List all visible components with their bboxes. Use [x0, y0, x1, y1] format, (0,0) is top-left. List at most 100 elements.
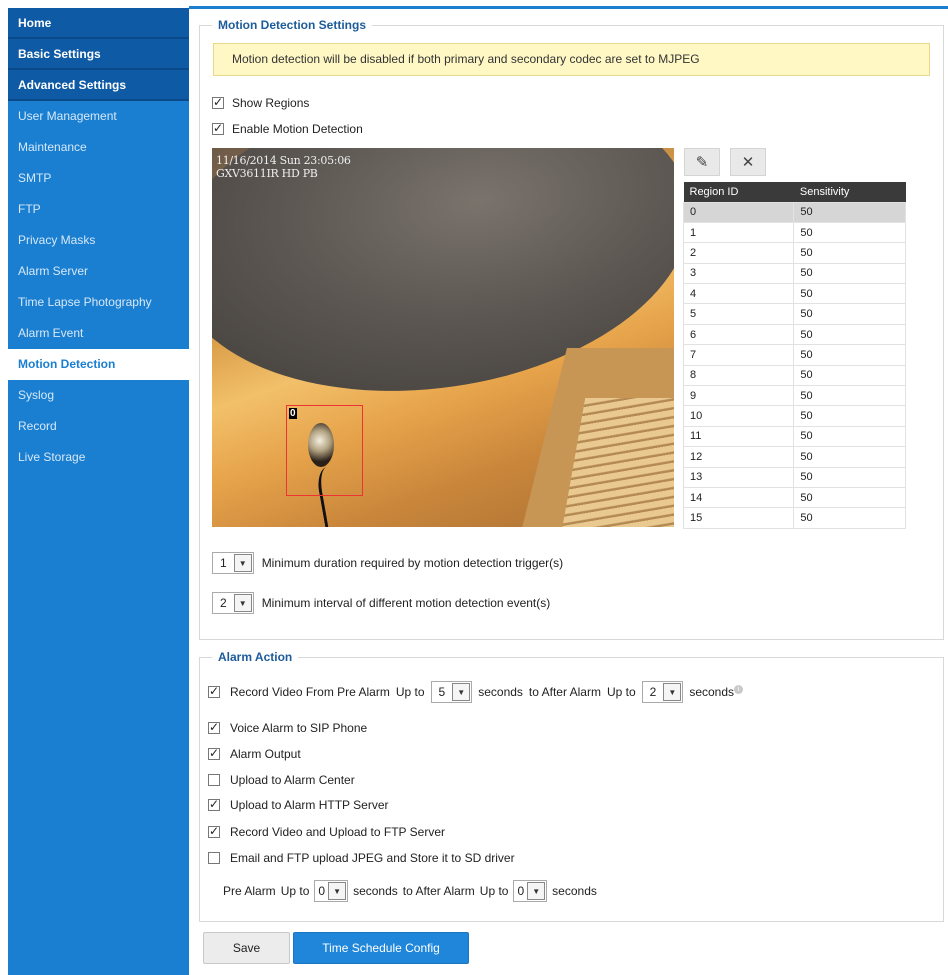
sidebar-item-time-lapse[interactable]: Time Lapse Photography [8, 287, 189, 318]
sensitivity-cell: 50 [793, 344, 906, 366]
region-id-cell: 8 [682, 364, 795, 387]
duration-label: Minimum duration required by motion dete… [261, 556, 564, 570]
alarm-action-legend: Alarm Action [212, 650, 299, 664]
pre-alarm-select[interactable]: 5 ▼ [430, 681, 473, 703]
duration-select[interactable]: 1 ▼ [212, 552, 254, 574]
sidebar-item-alarm-server[interactable]: Alarm Server [8, 256, 189, 287]
table-row[interactable]: 2 50 [682, 242, 906, 264]
post-alarm-value: 2 [649, 685, 657, 699]
alarm-option-row: Voice Alarm to SIP Phone [208, 720, 367, 735]
jpeg-upto-label: Up to [280, 884, 310, 898]
table-row[interactable]: 11 50 [682, 425, 906, 448]
sidebar-home[interactable]: Home [8, 8, 189, 39]
table-row[interactable]: 1 50 [682, 221, 906, 244]
table-row[interactable]: 4 50 [682, 283, 906, 305]
sidebar-item-record[interactable]: Record [8, 411, 189, 442]
alarm-output-checkbox[interactable] [208, 746, 220, 760]
record-pre-alarm-checkbox[interactable] [208, 684, 220, 698]
alarm-option-row: Email and FTP upload JPEG and Store it t… [208, 851, 515, 865]
enable-motion-checkbox[interactable] [212, 121, 224, 135]
table-row[interactable]: 7 50 [682, 344, 906, 366]
show-regions-checkbox[interactable] [212, 95, 224, 109]
sidebar-item-maintenance[interactable]: Maintenance [8, 132, 189, 163]
table-row[interactable]: 8 50 [682, 364, 906, 387]
sidebar-advanced-settings[interactable]: Advanced Settings [8, 70, 189, 101]
region-id-cell: 4 [682, 283, 795, 305]
interval-row: 2 ▼ Minimum interval of different motion… [212, 592, 550, 614]
sidebar-item-ftp[interactable]: FTP [8, 194, 189, 225]
chevron-down-icon: ▼ [233, 594, 252, 612]
pre-alarm-value: 5 [438, 685, 446, 699]
sensitivity-cell: 50 [793, 323, 906, 346]
sidebar-item-motion-detection[interactable]: Motion Detection [8, 349, 189, 380]
motion-settings-legend: Motion Detection Settings [212, 18, 372, 32]
info-icon[interactable]: i [734, 685, 744, 694]
alarm-option-row: Upload to Alarm HTTP Server [208, 797, 389, 812]
table-row[interactable]: 10 50 [682, 405, 906, 427]
motion-region-box[interactable] [286, 405, 363, 496]
table-row[interactable]: 5 50 [682, 303, 906, 325]
record-to-after-label: to After Alarm [528, 685, 601, 699]
record-seconds-after-text: seconds [689, 685, 735, 699]
region-id-cell: 12 [682, 446, 795, 468]
post-alarm-select[interactable]: 2 ▼ [641, 681, 684, 703]
http-server-checkbox[interactable] [208, 797, 220, 811]
chevron-down-icon: ▼ [328, 882, 347, 900]
jpeg-post-alarm-value: 0 [517, 884, 525, 898]
region-id-cell: 1 [682, 221, 795, 244]
sidebar: Home Basic Settings Advanced Settings Us… [8, 8, 189, 975]
region-id-header: Region ID [683, 182, 794, 202]
close-icon: ✕ [741, 154, 755, 171]
ftp-upload-checkbox[interactable] [208, 824, 220, 838]
table-row[interactable]: 9 50 [682, 385, 906, 407]
sidebar-item-alarm-event[interactable]: Alarm Event [8, 318, 189, 349]
sidebar-item-live-storage[interactable]: Live Storage [8, 442, 189, 473]
sidebar-item-smtp[interactable]: SMTP [8, 163, 189, 194]
record-upto-label: Up to [395, 685, 425, 699]
camera-timestamp: 11/16/2014 Sun 23:05:06 [216, 154, 351, 167]
alarm-option-row: Record Video and Upload to FTP Server [208, 824, 445, 839]
camera-preview[interactable]: 11/16/2014 Sun 23:05:06 GXV3611IR HD PB … [212, 148, 674, 527]
table-row[interactable]: 14 50 [682, 486, 906, 509]
save-button[interactable]: Save [203, 932, 290, 964]
jpeg-pre-alarm-select[interactable]: 0 ▼ [314, 880, 349, 902]
sensitivity-cell: 50 [793, 242, 906, 264]
sensitivity-cell: 50 [793, 221, 906, 244]
jpeg-pre-alarm-label: Pre Alarm [223, 884, 276, 898]
alarm-output-label: Alarm Output [230, 747, 301, 761]
region-id-cell: 13 [682, 466, 795, 488]
table-row[interactable]: 12 50 [682, 446, 906, 468]
region-table: Region ID Sensitivity 0 50 1 50 2 50 3 50 45… [682, 182, 906, 529]
table-row[interactable]: 0 50 [682, 201, 906, 223]
chevron-down-icon: ▼ [527, 882, 546, 900]
sidebar-item-syslog[interactable]: Syslog [8, 380, 189, 411]
sensitivity-header: Sensitivity [793, 182, 906, 202]
record-pre-alarm-label: Record Video From Pre Alarm [230, 685, 390, 699]
email-jpeg-checkbox[interactable] [208, 852, 220, 864]
camera-device-name: GXV3611IR HD PB [216, 167, 318, 180]
interval-select[interactable]: 2 ▼ [212, 592, 254, 614]
jpeg-post-alarm-select[interactable]: 0 ▼ [513, 880, 548, 902]
region-id-cell: 15 [682, 507, 795, 529]
voice-alarm-checkbox[interactable] [208, 720, 220, 734]
table-row[interactable]: 15 50 [682, 507, 906, 529]
show-regions-label: Show Regions [232, 96, 310, 110]
sidebar-item-user-management[interactable]: User Management [8, 101, 189, 132]
sensitivity-cell: 50 [793, 466, 906, 488]
table-row[interactable]: 3 50 [682, 262, 906, 285]
sidebar-item-privacy-masks[interactable]: Privacy Masks [8, 225, 189, 256]
chevron-down-icon: ▼ [663, 683, 682, 701]
table-row[interactable]: 13 50 [682, 466, 906, 488]
edit-region-button[interactable]: ✎ [684, 148, 720, 176]
delete-region-button[interactable]: ✕ [730, 148, 766, 176]
chevron-down-icon: ▼ [233, 554, 252, 572]
alarm-center-checkbox[interactable] [208, 774, 220, 786]
sensitivity-cell: 50 [793, 425, 906, 448]
sidebar-basic-settings[interactable]: Basic Settings [8, 39, 189, 70]
sensitivity-cell: 50 [793, 385, 906, 407]
table-row[interactable]: 6 50 [682, 323, 906, 346]
time-schedule-config-button[interactable]: Time Schedule Config [293, 932, 469, 964]
sensitivity-cell: 50 [793, 303, 906, 325]
record-seconds-after-label: seconds i [689, 685, 744, 699]
motion-region-label: 0 [289, 408, 297, 419]
